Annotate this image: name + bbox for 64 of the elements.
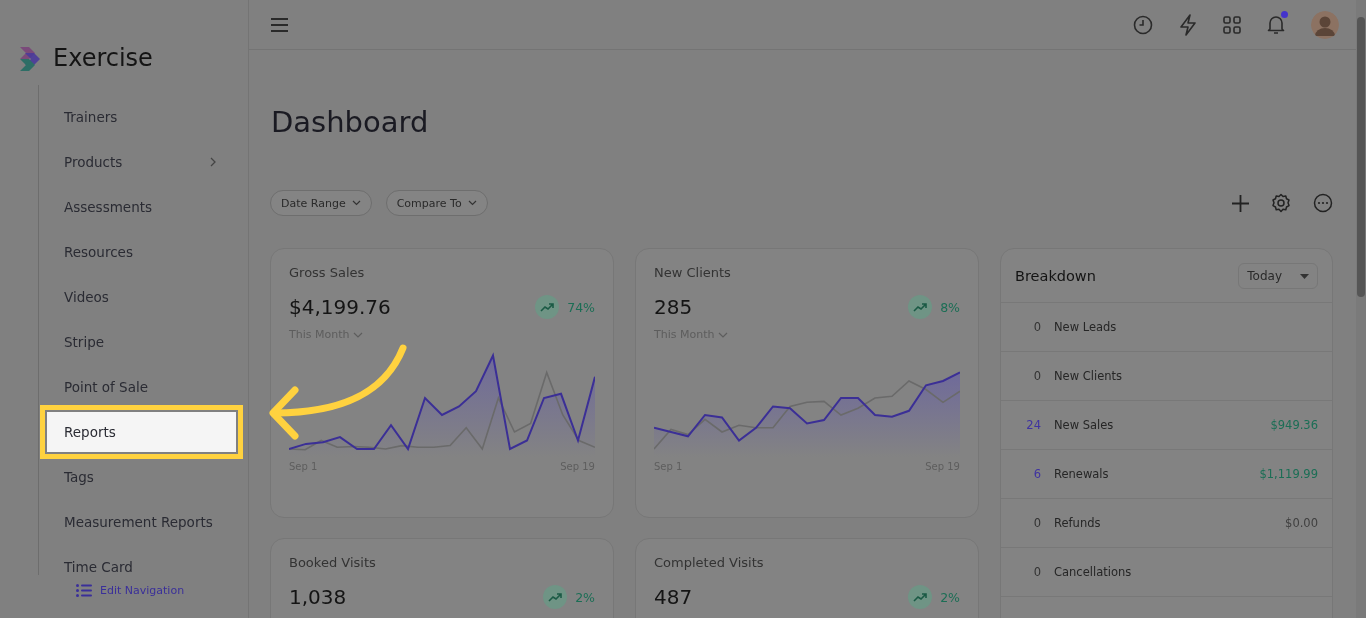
stat-value: 1,038: [289, 585, 347, 609]
row-label: New Clients: [1054, 369, 1124, 383]
stat-value: 487: [654, 585, 693, 609]
row-label: Refunds: [1054, 516, 1102, 530]
nav-item[interactable]: Videos: [47, 277, 236, 317]
card-title: Breakdown: [1015, 268, 1096, 284]
row-amount: $1,119.99: [1259, 467, 1318, 481]
row-label: New Sales: [1054, 418, 1115, 432]
scrollbar[interactable]: [1356, 0, 1366, 618]
chevron-down-icon: [467, 200, 477, 206]
card-title: Booked Visits: [289, 555, 377, 570]
trend-up-icon: [543, 585, 568, 609]
lightning-icon[interactable]: [1179, 13, 1197, 36]
stat-value: 285: [654, 295, 693, 319]
nav-item[interactable]: Products: [47, 142, 236, 182]
notification-bell-icon[interactable]: [1267, 14, 1285, 35]
nav-item[interactable]: Resources: [47, 232, 236, 272]
page-title: Dashboard: [271, 105, 430, 139]
row-count: 0: [1032, 565, 1041, 579]
plus-icon[interactable]: [1232, 194, 1249, 212]
settings-icon[interactable]: [1271, 193, 1291, 213]
row-label: New Leads: [1054, 320, 1118, 334]
nav-item[interactable]: Assessments: [47, 187, 236, 227]
row-label: Cancellations: [1054, 565, 1133, 579]
change-percent: 2%: [940, 589, 960, 605]
row-count: 6: [1032, 467, 1041, 481]
nav-item[interactable]: Measurement Reports: [47, 502, 236, 542]
list-icon: [76, 584, 92, 597]
nav-item[interactable]: Time Card: [47, 547, 236, 587]
nav-item[interactable]: Trainers: [47, 97, 236, 137]
caret-down-icon: [1300, 273, 1309, 279]
change-percent: 2%: [575, 589, 595, 605]
row-amount: $949.36: [1270, 418, 1318, 432]
chevron-down-icon: [718, 331, 729, 338]
card-title: Completed Visits: [654, 555, 765, 570]
row-count: 0: [1032, 320, 1041, 334]
row-count: 0: [1032, 369, 1041, 383]
avatar[interactable]: [1311, 10, 1339, 39]
card-title: New Clients: [654, 265, 732, 280]
range-dropdown[interactable]: Today: [1238, 263, 1318, 289]
chevron-down-icon: [353, 331, 364, 338]
grid-icon[interactable]: [1223, 15, 1241, 34]
menu-icon[interactable]: [271, 17, 288, 32]
filter-dropdown[interactable]: Compare To: [385, 190, 488, 216]
trend-up-icon: [908, 585, 933, 609]
card-title: Gross Sales: [289, 265, 366, 280]
filter-dropdown[interactable]: Date Range: [270, 190, 372, 216]
brand-name: Exercise: [53, 43, 153, 72]
row-amount: $0.00: [1285, 516, 1318, 530]
more-icon[interactable]: [1313, 193, 1333, 213]
chevron-down-icon: [351, 200, 361, 206]
nav-item[interactable]: Point of Sale: [47, 367, 236, 407]
change-percent: 74%: [567, 299, 595, 315]
nav-item[interactable]: Tags: [47, 457, 236, 497]
row-label: Renewals: [1054, 467, 1110, 481]
row-count: 24: [1025, 418, 1041, 432]
trend-up-icon: [908, 295, 933, 319]
change-percent: 8%: [940, 299, 960, 315]
row-count: 0: [1032, 516, 1041, 530]
trend-up-icon: [535, 295, 560, 319]
edit-navigation-link[interactable]: Edit Navigation: [100, 584, 185, 597]
stat-value: $4,199.76: [289, 295, 391, 319]
nav-item[interactable]: Stripe: [47, 322, 236, 362]
clock-icon[interactable]: [1133, 14, 1153, 35]
